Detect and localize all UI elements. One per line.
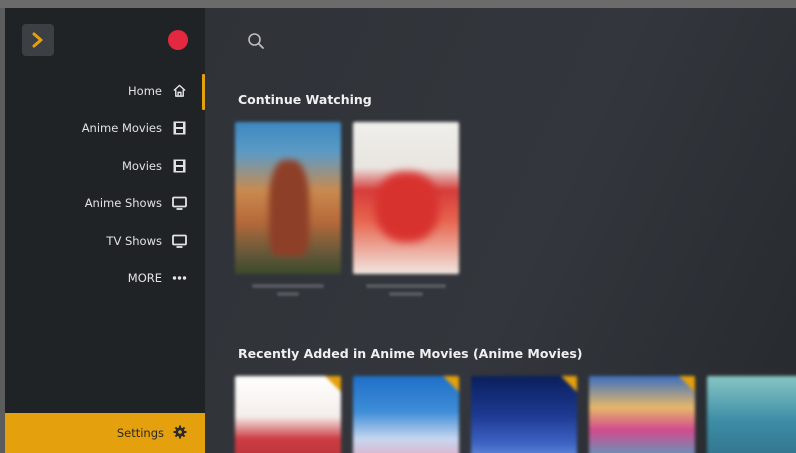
- chevron-right-icon: [32, 32, 43, 48]
- continue-watching-item[interactable]: [353, 122, 459, 296]
- expand-sidebar-button[interactable]: [22, 24, 54, 56]
- recently-added-item[interactable]: [471, 376, 577, 453]
- continue-watching-item[interactable]: [235, 122, 341, 296]
- sidebar-item-movies[interactable]: Movies: [5, 147, 205, 185]
- poster-image: [235, 122, 341, 274]
- sidebar-item-label: TV Shows: [106, 233, 162, 248]
- settings-label: Settings: [116, 426, 164, 440]
- sidebar-item-home[interactable]: Home: [5, 72, 205, 110]
- poster-image: [353, 122, 459, 274]
- tv-icon: [171, 233, 187, 249]
- sidebar-nav: Home Anime Movies Movies Anime Shows TV …: [5, 72, 205, 297]
- sidebar: Home Anime Movies Movies Anime Shows TV …: [5, 8, 205, 453]
- unwatched-badge: [443, 376, 459, 392]
- poster-caption: [235, 284, 341, 296]
- home-icon: [171, 83, 187, 99]
- sidebar-item-anime-shows[interactable]: Anime Shows: [5, 185, 205, 223]
- recently-added-row: [235, 376, 796, 453]
- recently-added-title: Recently Added in Anime Movies (Anime Mo…: [238, 346, 583, 361]
- film-icon: [171, 120, 187, 136]
- sidebar-item-more[interactable]: MORE: [5, 260, 205, 298]
- sidebar-item-anime-movies[interactable]: Anime Movies: [5, 110, 205, 148]
- recording-indicator[interactable]: [168, 30, 188, 50]
- recently-added-item[interactable]: [235, 376, 341, 453]
- sidebar-item-label: Anime Movies: [81, 121, 162, 136]
- recently-added-item[interactable]: [589, 376, 695, 453]
- recently-added-item[interactable]: [707, 376, 796, 453]
- settings-button[interactable]: Settings: [5, 413, 205, 453]
- unwatched-badge: [679, 376, 695, 392]
- sidebar-item-label: MORE: [127, 271, 162, 286]
- sidebar-item-label: Home: [128, 83, 162, 98]
- unwatched-badge: [325, 376, 341, 392]
- poster-caption: [353, 284, 459, 296]
- sidebar-item-label: Anime Shows: [84, 196, 162, 211]
- unwatched-badge: [561, 376, 577, 392]
- main-content: Continue Watching Recently Added in Anim…: [205, 8, 796, 453]
- tv-icon: [171, 195, 187, 211]
- gear-icon: [173, 425, 187, 442]
- window-top-strip: [0, 0, 796, 8]
- search-icon[interactable]: [247, 32, 265, 50]
- continue-watching-row: [235, 122, 459, 296]
- sidebar-item-label: Movies: [121, 158, 162, 173]
- sidebar-item-tv-shows[interactable]: TV Shows: [5, 222, 205, 260]
- recently-added-item[interactable]: [353, 376, 459, 453]
- ellipsis-icon: [171, 270, 187, 286]
- continue-watching-title: Continue Watching: [238, 92, 372, 107]
- film-icon: [171, 158, 187, 174]
